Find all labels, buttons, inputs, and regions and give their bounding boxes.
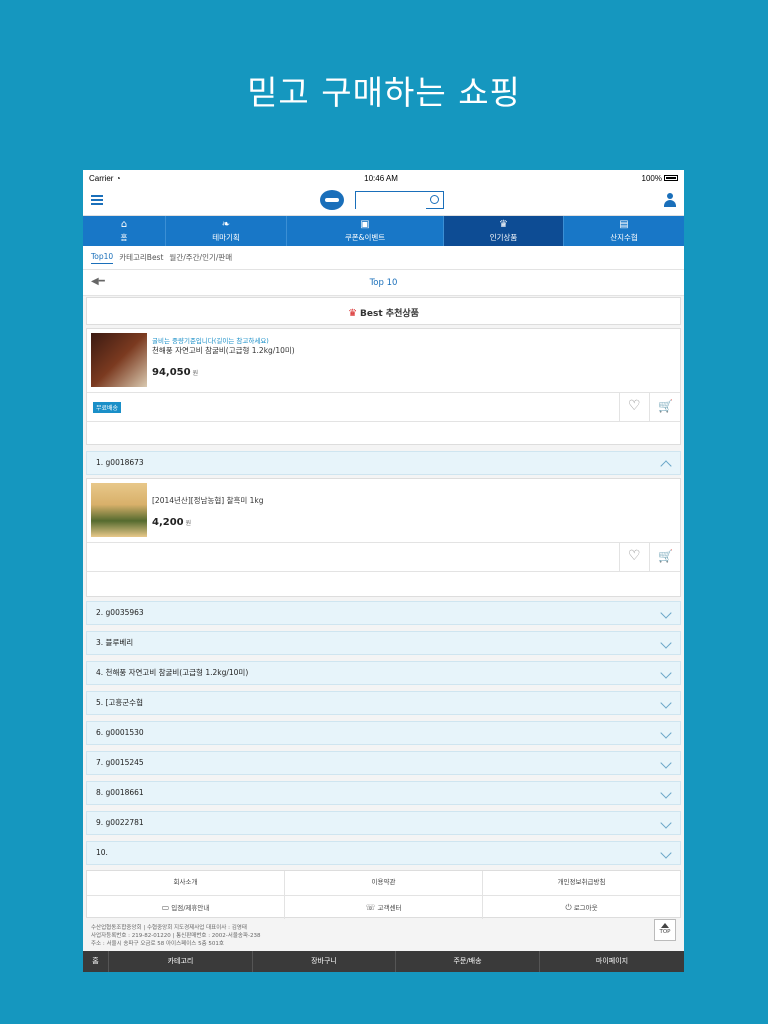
heart-icon[interactable]: ♡ [628, 549, 642, 563]
free-shipping-badge: 무료배송 [93, 402, 122, 413]
chevron-down-icon[interactable] [660, 637, 672, 649]
company-intro-link[interactable]: 회사소개 [87, 871, 285, 895]
bottom-nav-category[interactable]: 카테고리 [109, 951, 253, 972]
nav-theme[interactable]: ❧ 테마기획 [166, 216, 287, 246]
home-icon: ⌂ [120, 219, 128, 230]
nav-origin[interactable]: ▤ 산지수협 [564, 216, 684, 246]
chevron-down-icon[interactable] [660, 787, 672, 799]
battery-icon [664, 175, 678, 182]
customer-center-link[interactable]: ☏ 고객센터 [285, 896, 483, 919]
store-icon: ▤ [619, 219, 629, 230]
terms-link[interactable]: 이용약관 [285, 871, 483, 895]
product-price: 94,050 원 [152, 367, 199, 378]
tab-periodic[interactable]: 월간/주간/인기/판매 [169, 252, 232, 263]
search-box [355, 191, 444, 213]
rank-product-card[interactable]: [2014년산][정남농협] 찰흑미 1kg 4,200 원 ♡ 🛒 [86, 478, 681, 597]
rank-item-5[interactable]: 5. [고흥군수협 [86, 691, 681, 715]
chevron-down-icon[interactable] [660, 697, 672, 709]
best-header: ♛ Best 추천상품 [86, 297, 681, 325]
tab-top10[interactable]: Top10 [91, 252, 114, 264]
chevron-down-icon[interactable] [660, 757, 672, 769]
nav-popular[interactable]: ♛ 인기상품 [444, 216, 564, 246]
nav-home[interactable]: ⌂ 홈 [83, 216, 166, 246]
company-info: 수산업협동조합중앙회 | 수협중앙회 지도경제사업 대표이사 : 김영태 사업자… [91, 925, 261, 947]
fish-icon: ❧ [221, 219, 231, 230]
nav-label: 홈 [120, 233, 128, 242]
sub-tabs: Top10 카테고리Best 월간/주간/인기/판매 [83, 246, 684, 270]
rank-item-10[interactable]: 10. [86, 841, 681, 865]
search-input[interactable] [356, 196, 426, 213]
phone-icon: ☏ [365, 903, 376, 912]
card-footer [87, 571, 680, 595]
rank-item-4[interactable]: 4. 천해풍 자연고비 참굴비(고급형 1.2kg/10미) [86, 661, 681, 685]
partnership-link[interactable]: ▭ 입점/제휴안내 [87, 896, 285, 919]
main-nav: ⌂ 홈 ❧ 테마기획 ▣ 쿠폰&이벤트 ♛ 인기상품 ▤ 산지수협 [83, 216, 684, 246]
page-bar: ◀━ Top 10 [83, 270, 684, 296]
logo[interactable] [320, 190, 344, 210]
bottom-nav: 홈 카테고리 장바구니 주문/배송 마이페이지 [83, 951, 684, 972]
privacy-link[interactable]: 개인정보취급방침 [483, 871, 680, 895]
chevron-down-icon[interactable] [660, 607, 672, 619]
chevron-down-icon[interactable] [660, 817, 672, 829]
trophy-icon: ♛ [499, 219, 508, 230]
status-bar: Carrier ◔ 10:46 AM 100% [83, 170, 684, 186]
menu-icon[interactable] [91, 195, 103, 205]
power-icon: ⏻ [565, 903, 572, 912]
product-image[interactable] [91, 483, 147, 537]
product-actions: ♡ 🛒 [87, 542, 680, 572]
nav-label: 인기상품 [489, 233, 518, 242]
best-title: Best 추천상품 [360, 309, 419, 319]
rank-item-6[interactable]: 6. g0001530 [86, 721, 681, 745]
tablet-screen: Carrier ◔ 10:46 AM 100% ⌂ 홈 ❧ 테마기획 ▣ 쿠폰&… [83, 170, 684, 972]
scroll-top-button[interactable]: TOP [654, 919, 676, 941]
rank-item-1[interactable]: 1. g0018673 [86, 451, 681, 475]
tab-category-best[interactable]: 카테고리Best [119, 252, 163, 263]
battery-label: 100% [641, 173, 662, 183]
product-name[interactable]: 천해풍 자연고비 참굴비(고급형 1.2kg/10미) [152, 345, 295, 356]
product-price: 4,200 원 [152, 517, 192, 528]
carrier-label: Carrier [89, 173, 114, 183]
bottom-nav-cart[interactable]: 장바구니 [253, 951, 396, 972]
page-title: Top 10 [369, 278, 398, 288]
chevron-down-icon[interactable] [660, 727, 672, 739]
chevron-down-icon[interactable] [660, 667, 672, 679]
crown-icon: ♛ [348, 308, 358, 319]
rank-item-3[interactable]: 3. 블루베리 [86, 631, 681, 655]
search-icon[interactable] [430, 195, 439, 204]
footer-links: 회사소개 이용약관 개인정보취급방침 ▭ 입점/제휴안내 ☏ 고객센터 ⏻ 로그아웃 [86, 870, 681, 919]
bottom-nav-mypage[interactable]: 마이페이지 [540, 951, 684, 972]
nav-label: 쿠폰&이벤트 [344, 233, 386, 242]
user-icon[interactable] [664, 193, 676, 207]
nav-label: 산지수협 [610, 233, 638, 242]
rank-item-9[interactable]: 9. g0022781 [86, 811, 681, 835]
bottom-nav-orders[interactable]: 주문/배송 [396, 951, 540, 972]
cart-icon[interactable]: 🛒 [658, 399, 673, 413]
rank-item-7[interactable]: 7. g0015245 [86, 751, 681, 775]
nav-label: 테마기획 [212, 233, 240, 242]
product-name[interactable]: [2014년산][정남농협] 찰흑미 1kg [152, 495, 264, 506]
nav-coupon-event[interactable]: ▣ 쿠폰&이벤트 [287, 216, 444, 246]
product-actions: 무료배송 ♡ 🛒 [87, 392, 680, 422]
status-time: 10:46 AM [364, 173, 398, 183]
card-footer [87, 421, 680, 445]
chat-icon: ▭ [161, 903, 170, 912]
chevron-up-icon[interactable] [660, 460, 672, 472]
rank-item-8[interactable]: 8. g0018661 [86, 781, 681, 805]
product-image[interactable] [91, 333, 147, 387]
gift-icon: ▣ [360, 219, 370, 230]
arrow-up-icon [661, 923, 669, 928]
cart-icon[interactable]: 🛒 [658, 549, 673, 563]
product-subtitle: 굴비는 중량기준입니다(길이는 참고하세요) [152, 337, 269, 345]
bottom-nav-home[interactable]: 홈 [83, 951, 109, 972]
heart-icon[interactable]: ♡ [628, 399, 642, 413]
chevron-down-icon[interactable] [660, 847, 672, 859]
logout-link[interactable]: ⏻ 로그아웃 [483, 896, 680, 919]
rank-item-2[interactable]: 2. g0035963 [86, 601, 681, 625]
best-product-card[interactable]: 굴비는 중량기준입니다(길이는 참고하세요) 천해풍 자연고비 참굴비(고급형 … [86, 328, 681, 445]
promo-headline: 믿고 구매하는 쇼핑 [247, 73, 521, 112]
app-header [83, 186, 684, 216]
wifi-icon: ◔ [115, 173, 121, 183]
